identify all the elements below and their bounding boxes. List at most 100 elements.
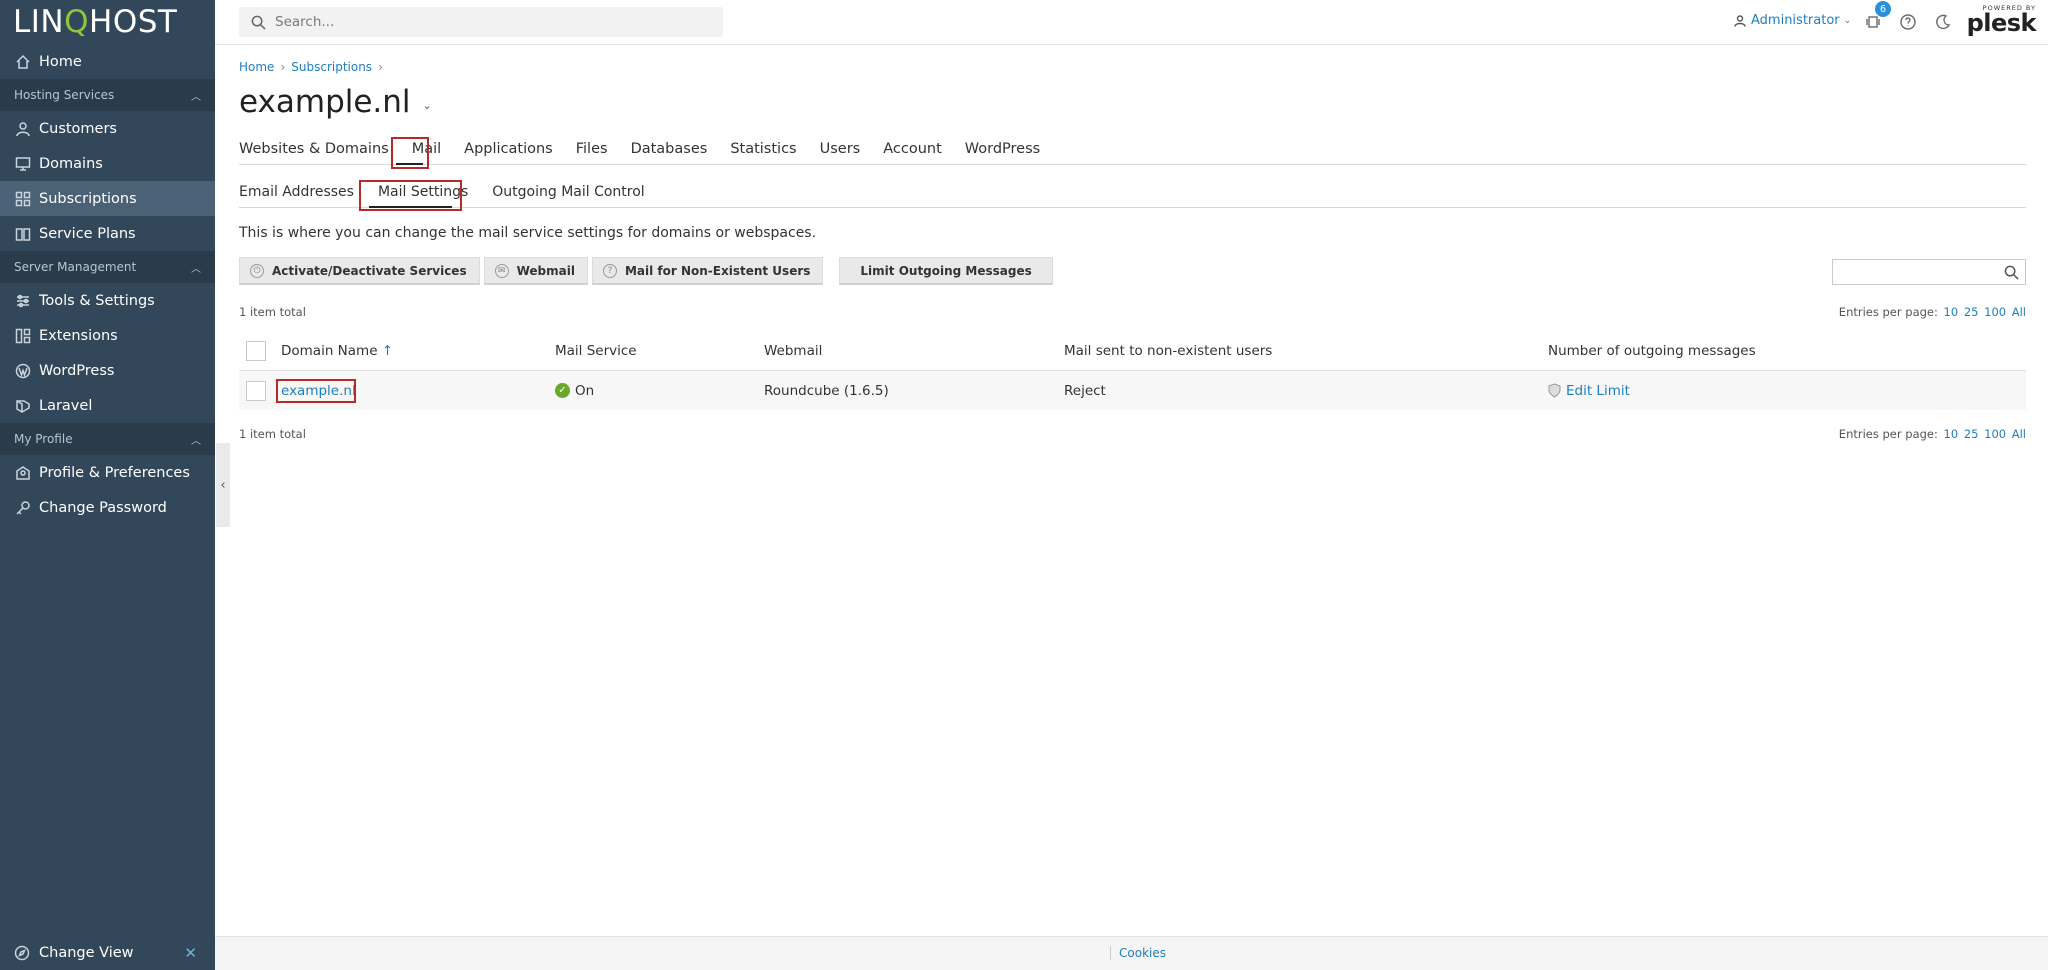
sidebar-item-home[interactable]: Home: [0, 44, 215, 79]
cookies-link[interactable]: Cookies: [1110, 946, 1166, 960]
list-meta-bottom: 1 item total Entries per page: 10 25 100…: [239, 427, 2026, 441]
chevron-left-icon: ‹: [220, 477, 226, 493]
sidebar-collapse-handle[interactable]: ‹: [216, 443, 230, 527]
sidebar-item-laravel[interactable]: Laravel: [0, 388, 215, 423]
plesk-logo: POWERED BY plesk: [1966, 4, 2037, 35]
entries-per-page: Entries per page: 10 25 100 All: [1839, 305, 2026, 319]
sidebar-item-profile-preferences[interactable]: Profile & Preferences: [0, 455, 215, 490]
breadcrumb-home[interactable]: Home: [239, 60, 274, 74]
chevron-right-icon: ›: [280, 60, 286, 74]
subtab-outgoing-mail-control[interactable]: Outgoing Mail Control: [492, 184, 644, 207]
edit-limit-link[interactable]: Edit Limit: [1566, 383, 1630, 399]
extensions-icon: [14, 327, 31, 344]
section-label: Hosting Services: [14, 88, 115, 102]
highlight-box-mail-tab: [391, 137, 429, 169]
entries-100[interactable]: 100: [1984, 305, 2006, 319]
tab-account[interactable]: Account: [883, 141, 942, 164]
section-my-profile[interactable]: My Profile ︿: [0, 423, 215, 455]
non-existent-cell: Reject: [1064, 382, 1106, 399]
section-server-management[interactable]: Server Management ︿: [0, 251, 215, 283]
button-label: Limit Outgoing Messages: [860, 263, 1032, 278]
close-icon[interactable]: ✕: [184, 944, 197, 962]
monitor-icon: [14, 155, 31, 172]
mail-service-status: On: [575, 382, 595, 399]
sidebar-item-wordpress[interactable]: WordPress: [0, 353, 215, 388]
button-label: Webmail: [516, 263, 575, 278]
sidebar-item-label: Change Password: [39, 499, 167, 516]
tab-users[interactable]: Users: [820, 141, 861, 164]
entries-25[interactable]: 25: [1964, 427, 1979, 441]
sidebar-item-change-password[interactable]: Change Password: [0, 490, 215, 525]
select-all-checkbox[interactable]: [246, 341, 266, 361]
tab-databases[interactable]: Databases: [631, 141, 708, 164]
tab-files[interactable]: Files: [576, 141, 608, 164]
chevron-down-icon[interactable]: ⌄: [423, 99, 432, 112]
chevron-right-icon: ›: [378, 60, 383, 74]
tab-websites-domains[interactable]: Websites & Domains: [239, 141, 389, 164]
entries-per-page: Entries per page: 10 25 100 All: [1839, 427, 2026, 441]
change-view-button[interactable]: Change View ✕: [0, 936, 215, 970]
mail-service-cell: ✓ On: [555, 383, 594, 399]
column-mail-service: Mail Service: [555, 343, 637, 359]
webmail-cell: Roundcube (1.6.5): [764, 382, 889, 399]
shield-icon: [1548, 383, 1561, 398]
section-hosting-services[interactable]: Hosting Services ︿: [0, 79, 215, 111]
sidebar-item-tools-settings[interactable]: Tools & Settings: [0, 283, 215, 318]
change-view-label: Change View: [39, 945, 134, 961]
breadcrumb-subscriptions[interactable]: Subscriptions: [291, 60, 372, 74]
tab-statistics[interactable]: Statistics: [730, 141, 796, 164]
item-total: 1 item total: [239, 427, 306, 441]
wordpress-icon: [14, 362, 31, 379]
sidebar-item-label: Domains: [39, 155, 103, 172]
sidebar-item-label: Tools & Settings: [39, 292, 155, 309]
grid-icon: [14, 190, 31, 207]
table-row: example.nl ✓ On Roundcube (1.6.5) Reject …: [239, 371, 2026, 410]
moon-icon[interactable]: [1934, 13, 1952, 31]
chevron-up-icon: ︿: [191, 435, 201, 447]
entries-100[interactable]: 100: [1984, 427, 2006, 441]
topbar: Search... Administrator ⌄ 6 POWERED BY p…: [215, 0, 2048, 45]
sidebar: LINQHOST Home Hosting Services ︿ Customer…: [0, 0, 215, 970]
column-domain-name[interactable]: Domain Name ↑: [281, 343, 393, 359]
sort-asc-icon: ↑: [381, 343, 394, 359]
mail-settings-table: Domain Name ↑ Mail Service Webmail Mail …: [239, 332, 2026, 410]
tab-bar: Websites & Domains Mail Applications Fil…: [239, 141, 2026, 165]
sidebar-item-label: WordPress: [39, 362, 115, 379]
tab-wordpress[interactable]: WordPress: [965, 141, 1040, 164]
key-icon: [14, 499, 31, 516]
tab-applications[interactable]: Applications: [464, 141, 553, 164]
entries-10[interactable]: 10: [1944, 305, 1959, 319]
chevron-down-icon: ⌄: [1843, 15, 1852, 26]
check-icon: ✓: [555, 383, 570, 398]
sidebar-item-extensions[interactable]: Extensions: [0, 318, 215, 353]
entries-25[interactable]: 25: [1964, 305, 1979, 319]
limit-outgoing-messages-button[interactable]: Limit Outgoing Messages: [839, 257, 1053, 285]
button-label: Activate/Deactivate Services: [272, 263, 467, 278]
mail-non-existent-users-button[interactable]: ? Mail for Non-Existent Users: [591, 257, 824, 285]
entries-10[interactable]: 10: [1944, 427, 1959, 441]
help-icon[interactable]: [1899, 13, 1917, 31]
chevron-up-icon: ︿: [191, 91, 201, 103]
sidebar-item-service-plans[interactable]: Service Plans: [0, 216, 215, 251]
sidebar-item-subscriptions[interactable]: Subscriptions: [0, 181, 215, 216]
section-label: Server Management: [14, 260, 137, 274]
sidebar-item-customers[interactable]: Customers: [0, 111, 215, 146]
sidebar-item-label: Profile & Preferences: [39, 464, 190, 481]
entries-all[interactable]: All: [2012, 427, 2026, 441]
column-webmail: Webmail: [764, 343, 823, 359]
subtab-email-addresses[interactable]: Email Addresses: [239, 184, 354, 207]
user-icon: [14, 120, 31, 137]
list-search-input[interactable]: [1832, 259, 2026, 285]
laravel-icon: [14, 397, 31, 414]
row-checkbox[interactable]: [246, 380, 266, 401]
power-icon: ⏻: [250, 263, 264, 278]
sidebar-item-domains[interactable]: Domains: [0, 146, 215, 181]
activate-deactivate-services-button[interactable]: ⏻ Activate/Deactivate Services: [239, 257, 480, 285]
search-input[interactable]: Search...: [239, 7, 723, 37]
list-meta-top: 1 item total Entries per page: 10 25 100…: [239, 305, 2026, 319]
button-label: Mail for Non-Existent Users: [624, 263, 811, 278]
logo[interactable]: LINQHOST: [0, 0, 215, 44]
user-menu[interactable]: Administrator ⌄: [1734, 13, 1851, 28]
entries-all[interactable]: All: [2012, 305, 2026, 319]
webmail-button[interactable]: ✉ Webmail: [483, 257, 588, 285]
